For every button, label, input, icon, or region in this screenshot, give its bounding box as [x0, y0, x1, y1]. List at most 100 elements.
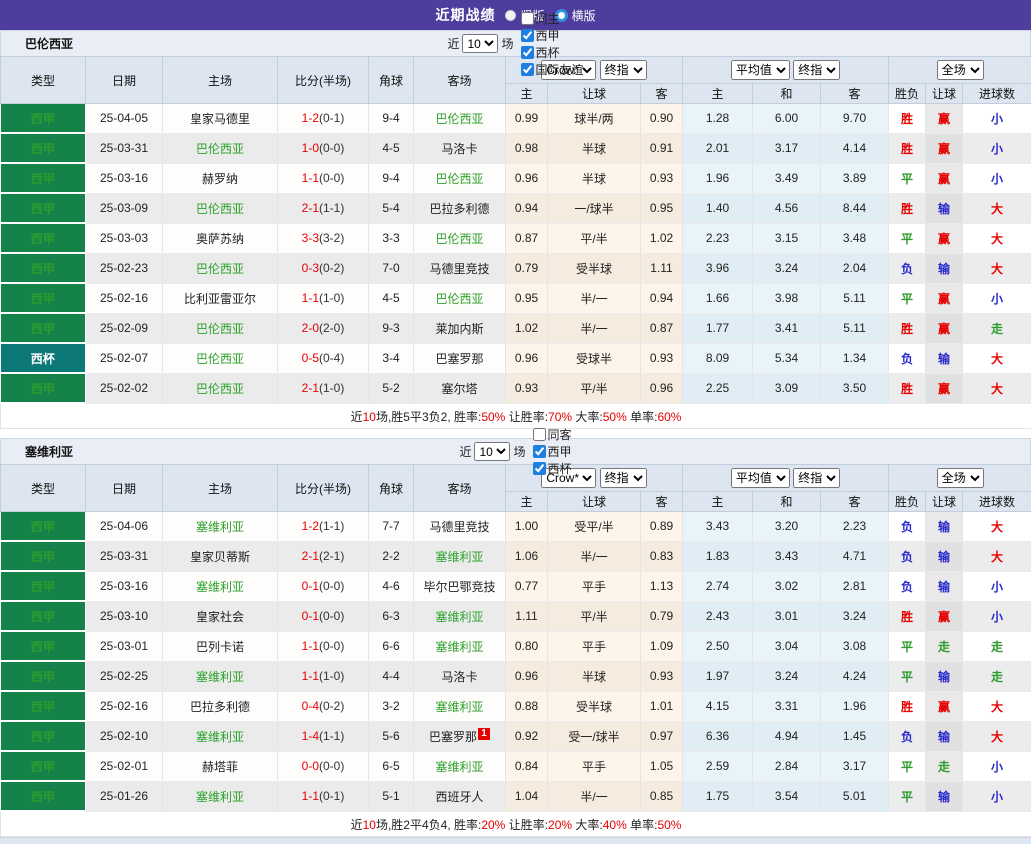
filter-checkbox-西杯[interactable]: 西杯 — [517, 44, 584, 61]
result-wdl: 胜 — [889, 104, 926, 134]
league-type-badge: 西甲 — [1, 541, 86, 571]
sub-header-home-odds: 主 — [506, 84, 548, 104]
filter-checkbox-西甲[interactable]: 西甲 — [529, 443, 572, 460]
checkbox-input[interactable] — [521, 12, 534, 25]
checkbox-input[interactable] — [521, 29, 534, 42]
away-team-link[interactable]: 马德里竞技 — [414, 512, 506, 542]
away-team-link[interactable]: 塞维利亚 — [414, 541, 506, 571]
home-team-link[interactable]: 塞维利亚 — [163, 571, 278, 601]
away-team-link[interactable]: 塞尔塔 — [414, 373, 506, 403]
col-header-corner: 角球 — [369, 465, 414, 512]
average-select[interactable]: 平均值 — [731, 468, 790, 488]
result-wdl: 胜 — [889, 373, 926, 403]
filter-checkbox-同主[interactable]: 同主 — [517, 10, 584, 27]
avg-draw-odds: 3.24 — [753, 661, 821, 691]
away-team-link[interactable]: 塞维利亚 — [414, 691, 506, 721]
home-team-link[interactable]: 巴伦西亚 — [163, 133, 278, 163]
result-handicap: 输 — [926, 541, 963, 571]
avg-draw-odds: 3.43 — [753, 541, 821, 571]
away-team-link[interactable]: 塞维利亚 — [414, 601, 506, 631]
home-team-link[interactable]: 巴列卡诺 — [163, 631, 278, 661]
recent-count-select[interactable]: 10 — [474, 442, 510, 461]
result-goals: 大 — [963, 253, 1031, 283]
home-team-link[interactable]: 巴伦西亚 — [163, 343, 278, 373]
home-team-link[interactable]: 皇家贝蒂斯 — [163, 541, 278, 571]
home-team-link[interactable]: 巴伦西亚 — [163, 193, 278, 223]
home-team-link[interactable]: 塞维利亚 — [163, 512, 278, 542]
away-team-link[interactable]: 塞维利亚 — [414, 751, 506, 781]
crown-away-odds: 0.95 — [641, 193, 683, 223]
result-handicap: 输 — [926, 253, 963, 283]
away-team-link[interactable]: 西班牙人 — [414, 781, 506, 811]
league-type-badge: 西甲 — [1, 223, 86, 253]
home-team-link[interactable]: 皇家马德里 — [163, 104, 278, 134]
average-select[interactable]: 平均值 — [731, 60, 790, 80]
handicap-line: 平手 — [548, 751, 641, 781]
checkbox-input[interactable] — [533, 445, 546, 458]
away-team-link[interactable]: 巴伦西亚 — [414, 283, 506, 313]
checkbox-label: 西杯 — [536, 44, 560, 61]
fulltime-select[interactable]: 全场 — [937, 60, 984, 80]
away-team-link[interactable]: 巴拉多利德 — [414, 193, 506, 223]
home-team-link[interactable]: 巴伦西亚 — [163, 253, 278, 283]
home-team-link[interactable]: 皇家社会 — [163, 601, 278, 631]
away-team-link[interactable]: 巴伦西亚 — [414, 163, 506, 193]
home-team-link[interactable]: 塞维利亚 — [163, 721, 278, 751]
result-wdl: 胜 — [889, 133, 926, 163]
home-team-link[interactable]: 赫罗纳 — [163, 163, 278, 193]
match-row: 西甲25-03-03奥萨苏纳3-3(3-2)3-3巴伦西亚0.87平/半1.02… — [1, 223, 1031, 253]
avg-draw-odds: 3.24 — [753, 253, 821, 283]
away-team-link[interactable]: 巴塞罗那 — [414, 343, 506, 373]
corner-count: 5-6 — [369, 721, 414, 751]
home-team-link[interactable]: 塞维利亚 — [163, 781, 278, 811]
fulltime-header: 全场 — [889, 465, 1031, 492]
filter-checkbox-国际友谊[interactable]: 国际友谊 — [517, 61, 584, 78]
result-goals: 大 — [963, 373, 1031, 403]
match-row: 西甲25-03-10皇家社会0-1(0-0)6-3塞维利亚1.11平/半0.79… — [1, 601, 1031, 631]
home-team-link[interactable]: 奥萨苏纳 — [163, 223, 278, 253]
crown-home-odds: 1.11 — [506, 601, 548, 631]
away-team-link[interactable]: 毕尔巴鄂竞技 — [414, 571, 506, 601]
match-score: 3-3(3-2) — [278, 223, 369, 253]
filter-checkbox-同客[interactable]: 同客 — [529, 426, 572, 443]
filter-checkboxes: 同客西甲西杯 — [529, 426, 572, 477]
fulltime-select[interactable]: 全场 — [937, 468, 984, 488]
away-team-link[interactable]: 马洛卡 — [414, 661, 506, 691]
checkbox-input[interactable] — [521, 46, 534, 59]
match-date: 25-01-26 — [86, 781, 163, 811]
checkbox-input[interactable] — [521, 63, 534, 76]
filter-checkbox-西甲[interactable]: 西甲 — [517, 27, 584, 44]
final-odds-select-2[interactable]: 终指 — [793, 60, 840, 80]
home-team-link[interactable]: 塞维利亚 — [163, 661, 278, 691]
checkbox-input[interactable] — [533, 462, 546, 475]
avg-home-odds: 1.96 — [683, 163, 753, 193]
avg-home-odds: 1.77 — [683, 313, 753, 343]
away-team-link[interactable]: 巴伦西亚 — [414, 104, 506, 134]
away-team-link[interactable]: 马德里竞技 — [414, 253, 506, 283]
away-team-link[interactable]: 巴伦西亚 — [414, 223, 506, 253]
result-handicap: 赢 — [926, 283, 963, 313]
halftime-score: (3-2) — [319, 231, 344, 245]
final-odds-select-2[interactable]: 终指 — [793, 468, 840, 488]
away-team-link[interactable]: 巴塞罗那1 — [414, 721, 506, 751]
result-goals: 大 — [963, 691, 1031, 721]
recent-count-select[interactable]: 10 — [462, 34, 498, 53]
checkbox-input[interactable] — [533, 428, 546, 441]
match-score: 1-4(1-1) — [278, 721, 369, 751]
result-handicap: 输 — [926, 512, 963, 542]
home-team-link[interactable]: 赫塔菲 — [163, 751, 278, 781]
final-odds-select-1[interactable]: 终指 — [600, 468, 647, 488]
home-team-link[interactable]: 巴伦西亚 — [163, 313, 278, 343]
final-odds-select-1[interactable]: 终指 — [600, 60, 647, 80]
away-team-link[interactable]: 塞维利亚 — [414, 631, 506, 661]
home-team-link[interactable]: 巴拉多利德 — [163, 691, 278, 721]
home-team-link[interactable]: 巴伦西亚 — [163, 373, 278, 403]
home-team-link[interactable]: 比利亚雷亚尔 — [163, 283, 278, 313]
away-team-link[interactable]: 莱加内斯 — [414, 313, 506, 343]
checkbox-label: 国际友谊 — [536, 61, 584, 78]
corner-count: 9-3 — [369, 313, 414, 343]
handicap-line: 受一/球半 — [548, 721, 641, 751]
filter-checkbox-西杯[interactable]: 西杯 — [529, 460, 572, 477]
match-score: 2-0(2-0) — [278, 313, 369, 343]
away-team-link[interactable]: 马洛卡 — [414, 133, 506, 163]
